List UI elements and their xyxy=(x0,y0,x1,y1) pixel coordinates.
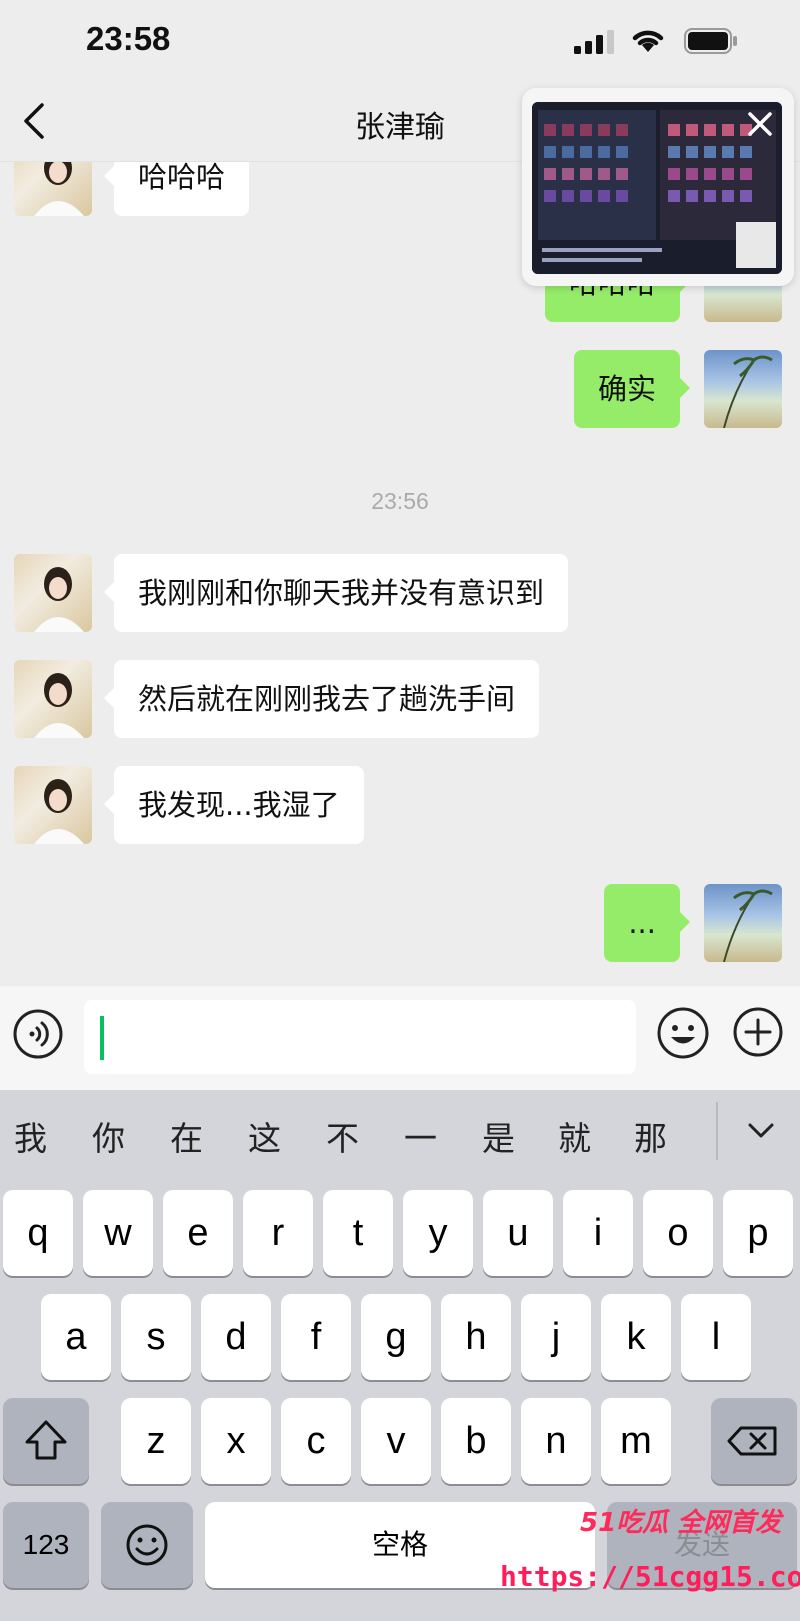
key-q[interactable]: q xyxy=(3,1190,73,1276)
voice-input-icon[interactable] xyxy=(12,1008,64,1060)
contact-avatar[interactable] xyxy=(14,554,92,632)
backspace-icon xyxy=(727,1426,777,1456)
candidate-word[interactable]: 这 xyxy=(248,1112,281,1160)
key-k[interactable]: k xyxy=(601,1294,671,1380)
shift-key[interactable] xyxy=(3,1398,89,1484)
candidate-word[interactable]: 你 xyxy=(92,1112,125,1160)
key-y[interactable]: y xyxy=(403,1190,473,1276)
key-b[interactable]: b xyxy=(441,1398,511,1484)
candidate-word[interactable]: 在 xyxy=(170,1112,203,1160)
close-icon[interactable] xyxy=(746,110,774,138)
key-x[interactable]: x xyxy=(201,1398,271,1484)
contact-avatar[interactable] xyxy=(14,660,92,738)
candidate-word[interactable]: 我 xyxy=(14,1112,47,1160)
key-d[interactable]: d xyxy=(201,1294,271,1380)
key-g[interactable]: g xyxy=(361,1294,431,1380)
message-bubble-outgoing[interactable]: ... xyxy=(604,884,690,962)
candidate-divider xyxy=(716,1102,718,1160)
key-e[interactable]: e xyxy=(163,1190,233,1276)
key-h[interactable]: h xyxy=(441,1294,511,1380)
key-j[interactable]: j xyxy=(521,1294,591,1380)
key-m[interactable]: m xyxy=(601,1398,671,1484)
key-r[interactable]: r xyxy=(243,1190,313,1276)
candidate-word[interactable]: 那 xyxy=(634,1112,667,1160)
my-avatar[interactable] xyxy=(704,350,782,428)
message-bubble-incoming[interactable]: 我发现...我湿了 xyxy=(104,766,364,844)
cellular-signal-icon xyxy=(574,30,614,54)
battery-icon xyxy=(684,28,737,54)
candidate-word[interactable]: 一 xyxy=(404,1112,437,1160)
keyboard: 我 你 在 这 不 一 是 就 那 q w e r t y u i o p a … xyxy=(0,1090,800,1621)
my-avatar[interactable] xyxy=(704,884,782,962)
message-timestamp: 23:56 xyxy=(371,488,429,514)
key-n[interactable]: n xyxy=(521,1398,591,1484)
message-bubble-outgoing[interactable]: 确实 xyxy=(573,350,691,428)
floating-video-window[interactable] xyxy=(522,88,794,286)
key-v[interactable]: v xyxy=(361,1398,431,1484)
candidate-bar: 我 你 在 这 不 一 是 就 那 xyxy=(0,1090,800,1178)
key-l[interactable]: l xyxy=(681,1294,751,1380)
key-t[interactable]: t xyxy=(323,1190,393,1276)
key-p[interactable]: p xyxy=(723,1190,793,1276)
candidate-word[interactable]: 不 xyxy=(326,1112,359,1160)
emoji-keyboard-key[interactable] xyxy=(101,1502,193,1588)
message-bubble-incoming[interactable]: 哈哈哈 xyxy=(103,162,250,216)
status-bar: 23:58 xyxy=(0,0,800,80)
candidate-word[interactable]: 就 xyxy=(558,1112,591,1160)
emoji-icon[interactable] xyxy=(656,1006,710,1060)
emoji-icon xyxy=(126,1524,168,1566)
message-input[interactable] xyxy=(84,1000,636,1074)
video-thumbnail xyxy=(532,102,782,274)
wifi-icon xyxy=(632,30,664,52)
key-c[interactable]: c xyxy=(281,1398,351,1484)
key-i[interactable]: i xyxy=(563,1190,633,1276)
contact-avatar[interactable] xyxy=(14,162,92,216)
status-time: 23:58 xyxy=(86,20,171,57)
watermark-brand: 51吃瓜 全网首发 xyxy=(580,1508,782,1538)
shift-icon xyxy=(25,1420,67,1460)
key-f[interactable]: f xyxy=(281,1294,351,1380)
key-z[interactable]: z xyxy=(121,1398,191,1484)
key-w[interactable]: w xyxy=(83,1190,153,1276)
candidate-word[interactable]: 是 xyxy=(482,1112,515,1160)
chevron-down-icon[interactable] xyxy=(744,1114,778,1148)
text-cursor xyxy=(100,1016,104,1060)
message-bubble-incoming[interactable]: 然后就在刚刚我去了趟洗手间 xyxy=(103,660,540,738)
key-o[interactable]: o xyxy=(643,1190,713,1276)
delete-key[interactable] xyxy=(711,1398,797,1484)
key-a[interactable]: a xyxy=(41,1294,111,1380)
key-s[interactable]: s xyxy=(121,1294,191,1380)
input-bar xyxy=(0,986,800,1090)
add-more-icon[interactable] xyxy=(732,1006,784,1058)
key-u[interactable]: u xyxy=(483,1190,553,1276)
contact-avatar[interactable] xyxy=(14,766,92,844)
numbers-key[interactable]: 123 xyxy=(3,1502,89,1588)
watermark-url: https://51cgg15.com xyxy=(500,1560,800,1593)
message-bubble-incoming[interactable]: 我刚刚和你聊天我并没有意识到 xyxy=(103,554,569,632)
